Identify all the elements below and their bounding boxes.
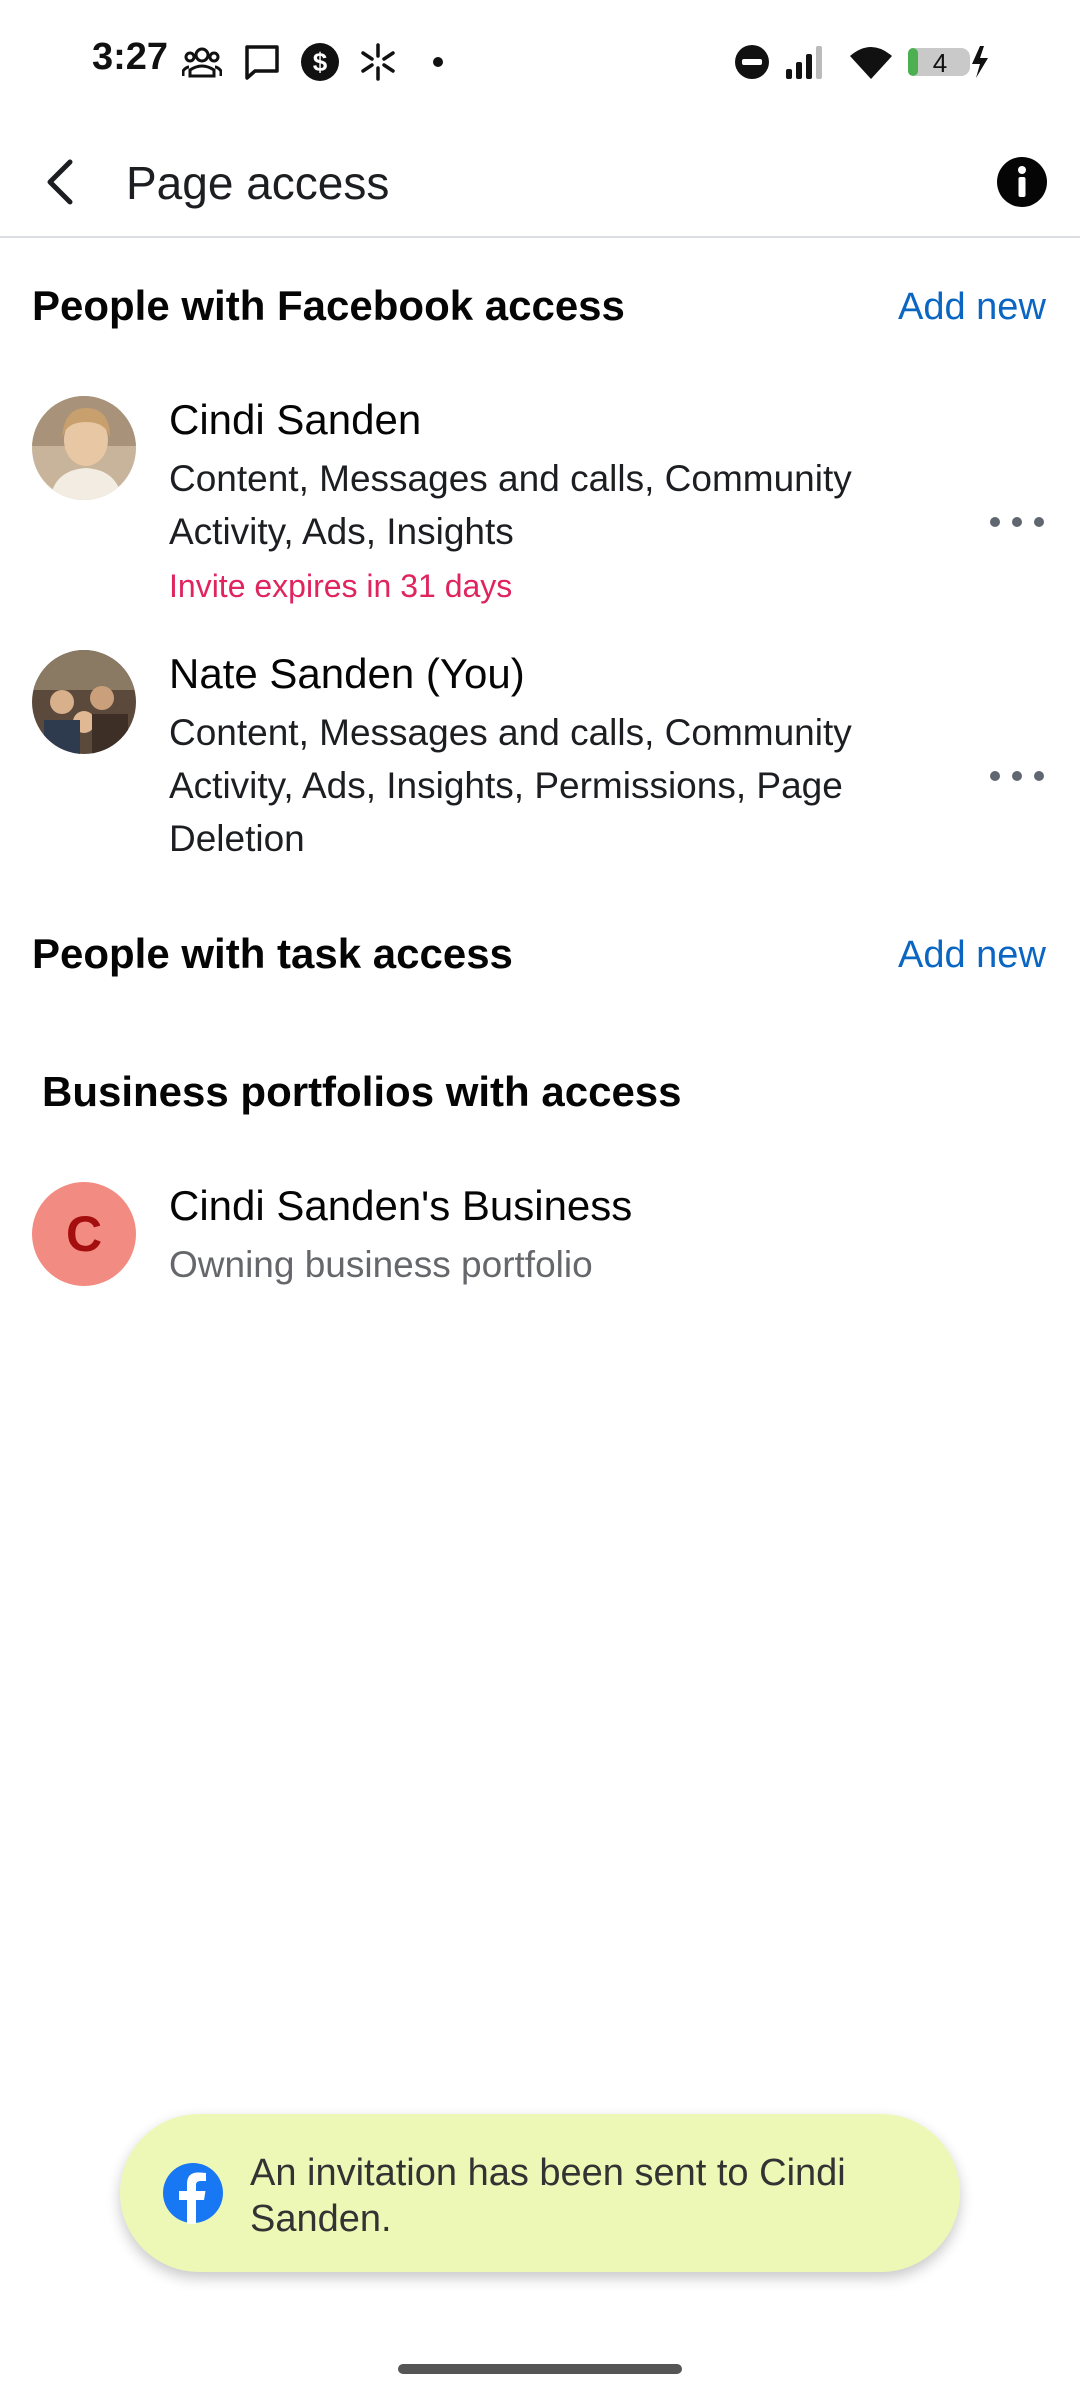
battery-level: 4 <box>933 48 947 78</box>
battery-icon: 4 <box>908 46 988 78</box>
sparkle-icon <box>361 43 395 81</box>
facebook-access-title: People with Facebook access <box>32 282 625 329</box>
group-icon <box>182 47 222 78</box>
add-new-task-access-link[interactable]: Add new <box>898 934 1046 977</box>
avatar <box>32 396 136 500</box>
person-name: Nate Sanden (You) <box>169 650 525 697</box>
status-time: 3:27 <box>92 36 169 78</box>
person-permissions: Content, Messages and calls, Community A… <box>169 712 852 859</box>
avatar <box>32 650 136 754</box>
business-portfolio-row[interactable]: C Cindi Sanden's Business Owning busines… <box>0 1166 1080 1306</box>
cellular-signal-icon <box>786 46 822 79</box>
task-access-title: People with task access <box>32 930 513 977</box>
business-avatar: C <box>32 1182 136 1286</box>
message-icon <box>245 45 279 80</box>
wifi-icon <box>850 47 892 79</box>
invite-status: Invite expires in 31 days <box>169 568 513 604</box>
back-button[interactable] <box>30 150 94 214</box>
facebook-logo-icon <box>163 2163 223 2224</box>
home-indicator[interactable] <box>398 2364 682 2374</box>
person-permissions: Content, Messages and calls, Community A… <box>169 458 852 552</box>
info-button[interactable] <box>990 150 1054 214</box>
person-row-cindi[interactable]: Cindi Sanden Content, Messages and calls… <box>0 380 1080 620</box>
more-options-icon[interactable] <box>985 756 1049 796</box>
toast-message: An invitation has been sent to Cindi San… <box>250 2152 846 2240</box>
toast-notification: An invitation has been sent to Cindi San… <box>120 2114 960 2272</box>
app-bar: Page access <box>0 120 1080 238</box>
do-not-disturb-icon <box>735 45 769 79</box>
more-options-icon[interactable] <box>985 502 1049 542</box>
status-bar: 3:27 $ 4 <box>0 0 1080 120</box>
add-new-facebook-access-link[interactable]: Add new <box>898 286 1046 329</box>
s-app-icon: $ <box>301 43 339 81</box>
notification-dot-icon <box>433 57 443 67</box>
page-title: Page access <box>126 157 390 209</box>
person-row-nate[interactable]: Nate Sanden (You) Content, Messages and … <box>0 634 1080 874</box>
business-initial: C <box>65 1206 103 1262</box>
business-portfolios-title: Business portfolios with access <box>42 1068 682 1115</box>
svg-text:$: $ <box>313 47 328 77</box>
person-name: Cindi Sanden <box>169 396 422 443</box>
business-subtitle: Owning business portfolio <box>169 1244 593 1285</box>
business-name: Cindi Sanden's Business <box>169 1182 633 1229</box>
